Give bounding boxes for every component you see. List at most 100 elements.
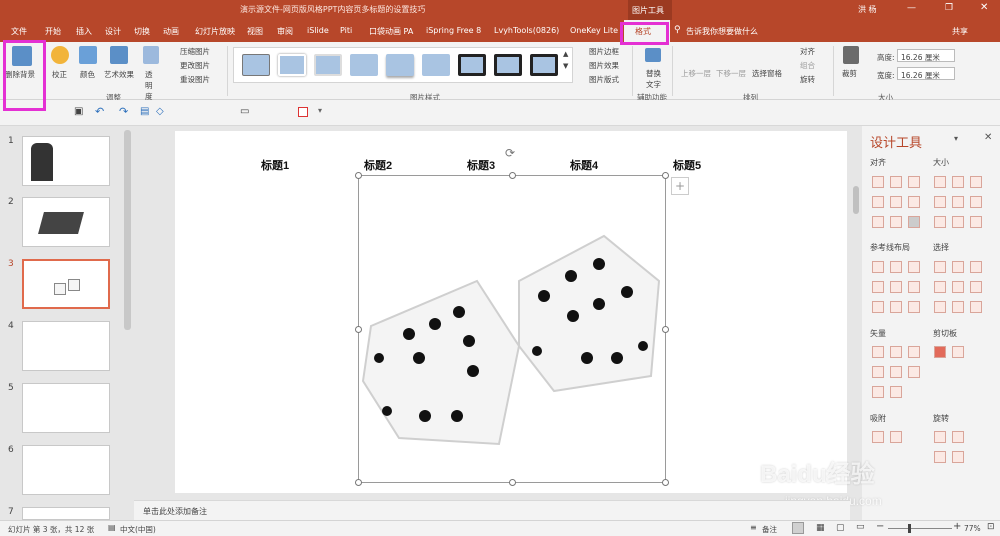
size-tool-icon[interactable] bbox=[970, 196, 982, 208]
tab-pa[interactable]: 口袋动画 PA bbox=[369, 26, 413, 37]
tab-piti[interactable]: Piti bbox=[340, 26, 352, 35]
vector-tool-icon[interactable] bbox=[872, 366, 884, 378]
rotate-tool-icon[interactable] bbox=[934, 431, 946, 443]
guide-tool-icon[interactable] bbox=[872, 261, 884, 273]
resize-handle[interactable] bbox=[355, 172, 362, 179]
clipboard-tool-icon[interactable] bbox=[934, 346, 946, 358]
picture-border-button[interactable]: 图片边框 bbox=[589, 46, 619, 57]
slide-thumbnail-2[interactable] bbox=[22, 197, 110, 247]
tab-animations[interactable]: 动画 bbox=[163, 26, 179, 37]
slide-heading-2[interactable]: 标题2 bbox=[364, 157, 392, 173]
slide-sorter-icon[interactable]: ▦ bbox=[816, 523, 825, 533]
picture-style-5[interactable] bbox=[386, 54, 414, 76]
present-icon[interactable]: ▤ bbox=[140, 106, 149, 117]
tab-lvyhtools[interactable]: LvyhTools(0826) bbox=[494, 26, 559, 35]
select-tool-icon[interactable] bbox=[952, 261, 964, 273]
slide-thumbnail-3[interactable] bbox=[22, 259, 110, 309]
width-input[interactable]: 16.26 厘米 bbox=[897, 67, 955, 80]
vector-tool-icon[interactable] bbox=[908, 346, 920, 358]
minimize-icon[interactable]: — bbox=[907, 3, 916, 13]
selected-picture[interactable] bbox=[355, 172, 669, 486]
select-tool-icon[interactable] bbox=[934, 301, 946, 313]
size-tool-icon[interactable] bbox=[970, 176, 982, 188]
size-tool-icon[interactable] bbox=[952, 176, 964, 188]
picture-style-3[interactable] bbox=[314, 54, 342, 76]
select-tool-icon[interactable] bbox=[952, 301, 964, 313]
tab-design[interactable]: 设计 bbox=[105, 26, 121, 37]
picture-style-6[interactable] bbox=[422, 54, 450, 76]
picture-style-4[interactable] bbox=[350, 54, 378, 76]
share-button[interactable]: 共享 bbox=[952, 26, 968, 37]
align-tool-icon[interactable] bbox=[908, 176, 920, 188]
slide-heading-1[interactable]: 标题1 bbox=[261, 157, 289, 173]
pane-close-icon[interactable]: ✕ bbox=[984, 132, 992, 143]
zoom-out-icon[interactable]: − bbox=[876, 521, 884, 532]
guide-tool-icon[interactable] bbox=[908, 281, 920, 293]
zoom-level[interactable]: 77% bbox=[964, 524, 981, 533]
picture-style-1[interactable] bbox=[242, 54, 270, 76]
tab-onekey[interactable]: OneKey Lite bbox=[570, 26, 618, 35]
snap-tool-icon[interactable] bbox=[872, 431, 884, 443]
size-tool-icon[interactable] bbox=[952, 216, 964, 228]
picture-icon[interactable]: ▭ bbox=[240, 106, 249, 117]
gallery-scroll-up-icon[interactable]: ▲ bbox=[563, 50, 568, 58]
gallery-scroll-down-icon[interactable]: ▼ bbox=[563, 62, 568, 70]
notes-pane[interactable]: 单击此处添加备注 bbox=[134, 500, 850, 520]
slideshow-icon[interactable]: ▭ bbox=[856, 522, 865, 532]
guide-tool-icon[interactable] bbox=[872, 281, 884, 293]
customize-qat-icon[interactable]: ▾ bbox=[318, 106, 322, 115]
pane-dropdown-icon[interactable]: ▾ bbox=[954, 134, 958, 143]
guide-tool-icon[interactable] bbox=[908, 261, 920, 273]
tab-home[interactable]: 开始 bbox=[45, 26, 61, 37]
guide-tool-icon[interactable] bbox=[890, 301, 902, 313]
change-picture-button[interactable]: 更改图片 bbox=[180, 60, 210, 71]
select-tool-icon[interactable] bbox=[970, 261, 982, 273]
reset-picture-button[interactable]: 重设图片 bbox=[180, 74, 210, 85]
tab-insert[interactable]: 插入 bbox=[76, 26, 92, 37]
vector-tool-icon[interactable] bbox=[872, 386, 884, 398]
rotate-tool-icon[interactable] bbox=[934, 451, 946, 463]
slide-heading-4[interactable]: 标题4 bbox=[570, 157, 598, 173]
tab-view[interactable]: 视图 bbox=[247, 26, 263, 37]
redo-icon[interactable]: ↷ bbox=[119, 105, 128, 118]
align-tool-icon[interactable] bbox=[908, 196, 920, 208]
spellcheck-icon[interactable]: ▤ bbox=[108, 523, 116, 532]
zoom-in-icon[interactable]: + bbox=[953, 521, 961, 532]
slide-scrollbar[interactable] bbox=[852, 126, 860, 496]
picture-style-8[interactable] bbox=[494, 54, 522, 76]
slide-heading-3[interactable]: 标题3 bbox=[467, 157, 495, 173]
resize-handle[interactable] bbox=[662, 172, 669, 179]
slide-thumbnail-1[interactable] bbox=[22, 136, 110, 186]
align-tool-icon[interactable] bbox=[872, 176, 884, 188]
picture-style-9[interactable] bbox=[530, 54, 558, 76]
resize-handle[interactable] bbox=[662, 479, 669, 486]
reading-view-icon[interactable]: ▢ bbox=[836, 523, 845, 533]
vector-tool-icon[interactable] bbox=[872, 346, 884, 358]
guide-tool-icon[interactable] bbox=[872, 301, 884, 313]
select-tool-icon[interactable] bbox=[952, 281, 964, 293]
picture-layout-button[interactable]: 图片版式 bbox=[589, 74, 619, 85]
tab-transitions[interactable]: 切换 bbox=[134, 26, 150, 37]
correct-button[interactable]: 校正 bbox=[52, 69, 67, 80]
resize-handle[interactable] bbox=[355, 479, 362, 486]
tab-review[interactable]: 审阅 bbox=[277, 26, 293, 37]
align-tool-icon[interactable] bbox=[872, 216, 884, 228]
zoom-slider-thumb[interactable] bbox=[908, 524, 911, 533]
slide-thumbnail-7[interactable] bbox=[22, 507, 110, 520]
select-tool-icon[interactable] bbox=[934, 281, 946, 293]
size-tool-icon[interactable] bbox=[934, 176, 946, 188]
size-tool-icon[interactable] bbox=[934, 196, 946, 208]
vector-tool-icon[interactable] bbox=[890, 346, 902, 358]
rotate-handle-icon[interactable]: ⟳ bbox=[505, 146, 515, 160]
layout-options-icon[interactable]: + bbox=[671, 177, 689, 195]
compress-pictures-button[interactable]: 压缩图片 bbox=[180, 46, 210, 57]
snap-tool-icon[interactable] bbox=[890, 431, 902, 443]
picture-style-7[interactable] bbox=[458, 54, 486, 76]
guide-tool-icon[interactable] bbox=[890, 261, 902, 273]
height-input[interactable]: 16.26 厘米 bbox=[897, 49, 955, 62]
rotate-tool-icon[interactable] bbox=[952, 431, 964, 443]
group-button[interactable]: 组合 bbox=[800, 60, 815, 71]
vector-tool-icon[interactable] bbox=[890, 386, 902, 398]
align-tool-icon[interactable] bbox=[908, 216, 920, 228]
size-tool-icon[interactable] bbox=[934, 216, 946, 228]
